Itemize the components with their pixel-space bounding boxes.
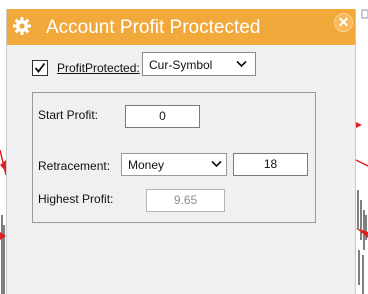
- close-button[interactable]: ✕: [334, 13, 353, 32]
- retracement-label: Retracement:: [38, 159, 111, 173]
- close-icon: ✕: [337, 14, 350, 30]
- highest-profit-field: 9.65: [146, 189, 225, 212]
- start-profit-input[interactable]: 0: [125, 105, 200, 128]
- profit-protected-label[interactable]: ProfitProtected:: [57, 61, 140, 75]
- chevron-down-icon: [236, 60, 247, 68]
- window-title: Account Profit Proctected: [46, 17, 261, 38]
- chevron-down-icon: [211, 160, 222, 168]
- retracement-mode-select[interactable]: Money: [121, 153, 227, 176]
- title-bar[interactable]: Account Profit Proctected ✕: [7, 9, 355, 45]
- profit-protected-checkbox[interactable]: [32, 60, 48, 76]
- checkmark-icon: [34, 62, 46, 73]
- highest-profit-label: Highest Profit:: [38, 192, 114, 206]
- symbol-mode-value: Cur-Symbol: [149, 58, 213, 72]
- start-profit-label: Start Profit:: [38, 108, 99, 122]
- right-chart-strip: [355, 9, 368, 294]
- retracement-value-input[interactable]: 18: [233, 153, 308, 176]
- retracement-mode-value: Money: [128, 158, 165, 172]
- symbol-mode-select[interactable]: Cur-Symbol: [142, 52, 256, 76]
- profit-protected-dialog: Account Profit Proctected ✕ ProfitProtec…: [6, 9, 356, 294]
- gear-icon: [13, 17, 31, 35]
